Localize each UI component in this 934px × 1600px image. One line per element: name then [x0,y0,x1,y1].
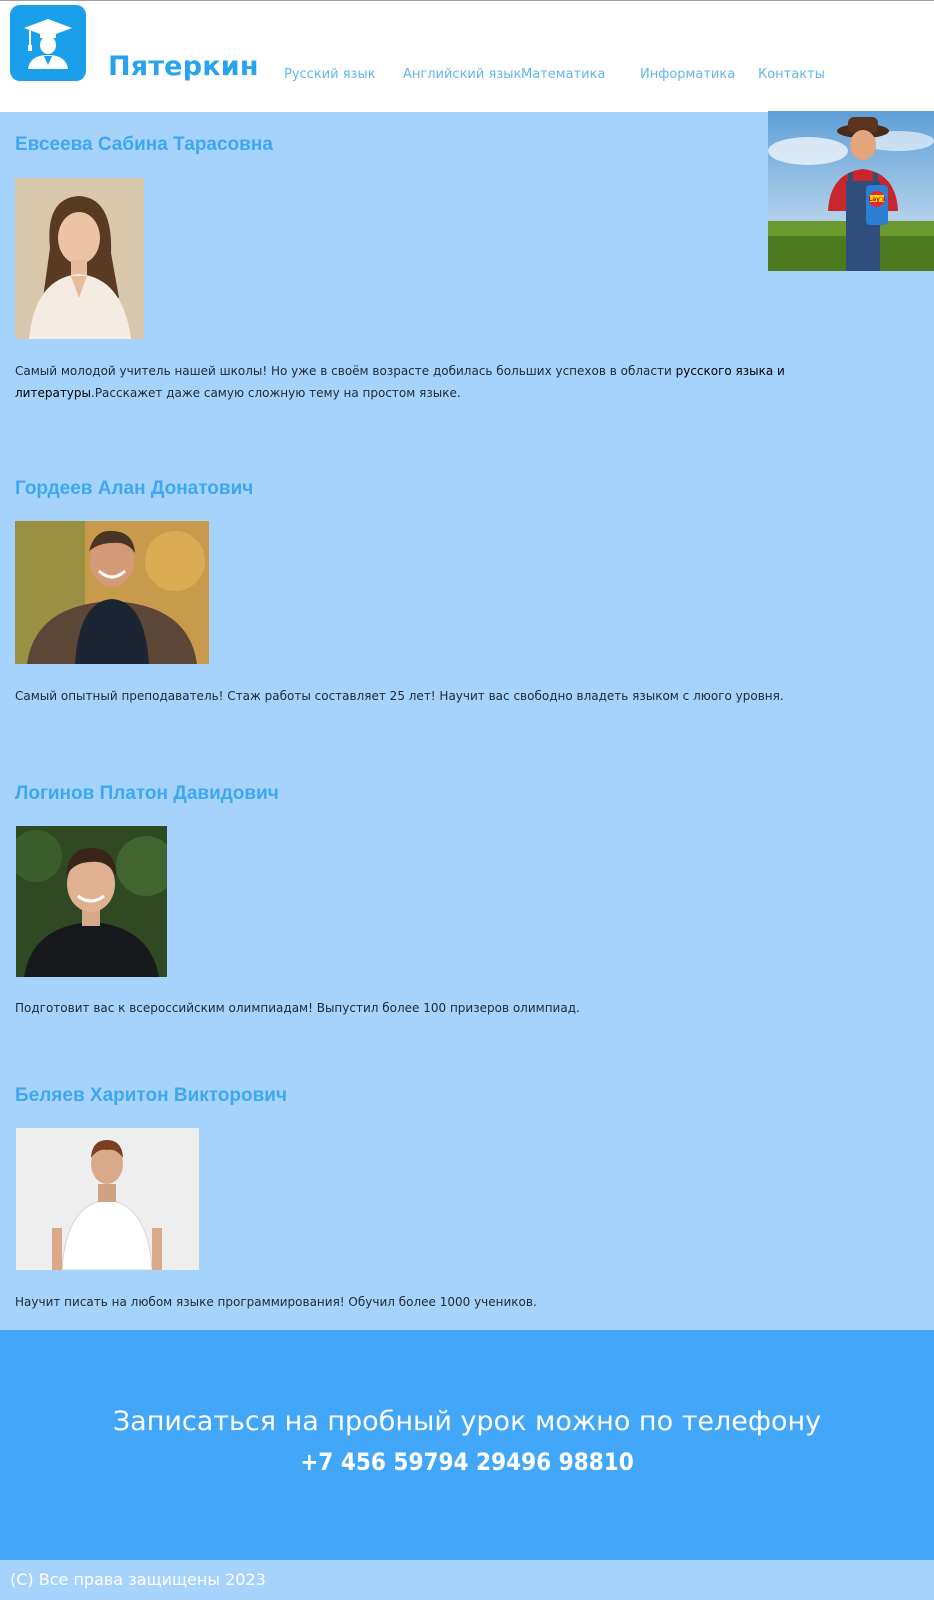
teacher-description: Научит писать на любом языке программиро… [15,1295,537,1309]
graduate-icon [24,19,72,69]
ad-badge: Lay's [868,196,885,203]
teacher-description: Самый молодой учитель нашей школы! Но уж… [15,360,835,404]
logo[interactable] [10,5,86,81]
site-footer: (C) Все права защищены 2023 [0,1560,934,1600]
teacher-name: Гордеев Алан Донатович [15,478,254,499]
cta-phone[interactable]: +7 456 59794 29496 98810 [0,1448,934,1476]
nav-math[interactable]: Математика [521,67,605,82]
brand-title[interactable]: Пятеркин [108,51,259,82]
teacher-name: Логинов Платон Давидович [15,783,279,804]
nav-contacts[interactable]: Контакты [758,67,825,82]
teacher-description: Самый опытный преподаватель! Стаж работы… [15,689,784,703]
teacher-name: Евсеева Сабина Тарасовна [15,134,273,155]
copyright-text: (C) Все права защищены 2023 [10,1570,266,1589]
teacher-name: Беляев Харитон Викторович [15,1085,288,1106]
teacher-desc-text-end: .Расскажет даже самую сложную тему на пр… [91,386,461,400]
teacher-description: Подготовит вас к всероссийским олимпиада… [15,1001,580,1015]
cta-text: Записаться на пробный урок можно по теле… [112,1406,822,1437]
nav-english[interactable]: Английский язык [403,67,521,82]
teacher-desc-text: Самый молодой учитель нашей школы! Но уж… [15,364,676,378]
nav-informatics[interactable]: Информатика [640,67,735,82]
teacher-photo [15,178,144,339]
ad-image: Lay's [768,111,934,271]
teacher-photo [16,1128,199,1270]
site-header: Пятеркин Русский язык Английский язык Ма… [0,0,934,112]
ad-banner[interactable]: Lay's [768,111,934,271]
nav-russian[interactable]: Русский язык [284,67,376,82]
teacher-photo [15,521,209,664]
cta-section: Записаться на пробный урок можно по теле… [0,1330,934,1560]
teacher-photo [16,826,167,977]
